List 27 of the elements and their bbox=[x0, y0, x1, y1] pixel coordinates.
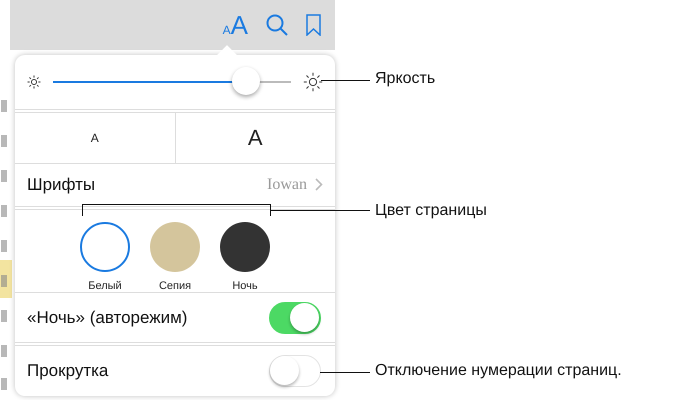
larger-text-button[interactable]: A bbox=[176, 113, 335, 164]
color-label: Ночь bbox=[232, 280, 258, 292]
chevron-icon bbox=[315, 178, 323, 192]
color-label: Белый bbox=[88, 280, 122, 292]
smaller-text-button[interactable]: A bbox=[15, 113, 176, 164]
fonts-row[interactable]: Шрифты Iowan bbox=[15, 164, 335, 210]
toggle-switch[interactable] bbox=[269, 355, 321, 388]
color-label: Сепия bbox=[158, 280, 192, 292]
callout-label: Цвет страницы bbox=[375, 202, 487, 220]
page-color-option[interactable]: Белый bbox=[80, 222, 130, 292]
toggle-label: Прокрутка bbox=[27, 361, 108, 382]
sun-icon bbox=[27, 75, 41, 90]
search-icon[interactable] bbox=[266, 14, 288, 36]
leader-line bbox=[320, 80, 370, 81]
sun-icon bbox=[303, 72, 323, 92]
toggle-label: «Ночь» (авторежим) bbox=[27, 308, 188, 328]
callout-label: Отключение нумерации страниц. bbox=[375, 362, 622, 380]
toggle-switch[interactable] bbox=[269, 302, 321, 334]
fonts-label: Шрифты bbox=[27, 174, 96, 195]
callout-label: Яркость bbox=[375, 70, 436, 88]
leader-line bbox=[320, 372, 370, 373]
brightness-slider[interactable] bbox=[53, 68, 291, 96]
slider-thumb[interactable] bbox=[232, 67, 260, 96]
page-color-option[interactable]: Сепия bbox=[150, 222, 200, 292]
page-color-option[interactable]: Ночь bbox=[220, 222, 270, 292]
bookmark-icon[interactable] bbox=[306, 14, 321, 36]
font-value: Iowan bbox=[267, 176, 307, 194]
